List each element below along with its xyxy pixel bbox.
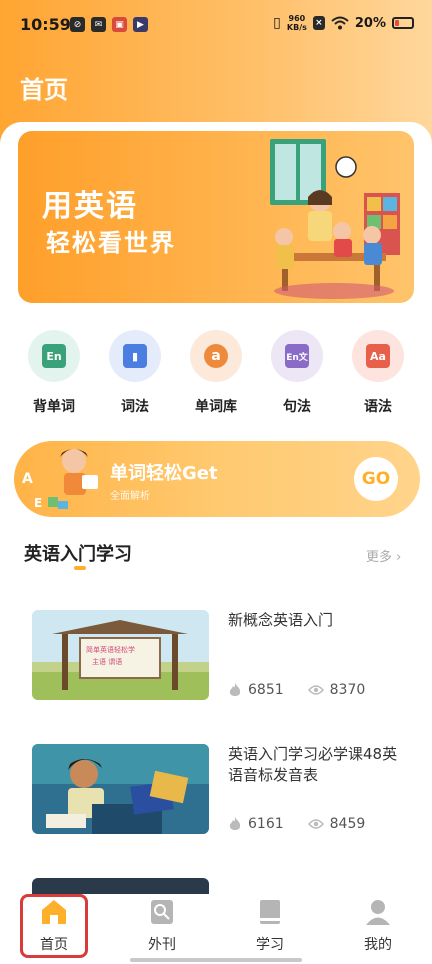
student-studying-image (32, 744, 209, 834)
banner-line2: 轻松看世界 (46, 229, 176, 257)
notification-icons: ⊘ ✉ ▣ ▶ (70, 17, 148, 32)
more-label: 更多 (366, 550, 393, 565)
mail-notification-icon: ✉ (91, 17, 106, 32)
status-bar: 10:59 ⊘ ✉ ▣ ▶ ▯ 960 KB/s × 20% (0, 0, 432, 52)
quick-action-icon-bg: En文 (271, 330, 323, 382)
en-translate-icon: En文 (285, 344, 309, 368)
chevron-right-icon: › (396, 550, 402, 565)
quick-action-icon-bg: ▮ (109, 330, 161, 382)
svg-text:简单英语轻松学: 简单英语轻松学 (86, 645, 135, 654)
quick-action-icon-bg: a (190, 330, 242, 382)
tab-label: 外刊 (148, 937, 176, 953)
quick-action-vocabulary[interactable]: En 背单词 (24, 330, 84, 416)
page-title: 首页 (20, 76, 68, 104)
quick-action-label: 句法 (283, 399, 311, 415)
network-speed: 960 KB/s (287, 14, 307, 32)
quick-action-word-bank[interactable]: a 单词库 (186, 330, 246, 416)
promo-banner[interactable]: A E 单词轻松Get 全面解析 GO (14, 441, 420, 517)
quick-action-label: 语法 (364, 399, 392, 415)
fire-icon (229, 683, 241, 696)
quick-action-morphology[interactable]: ▮ 词法 (105, 330, 165, 416)
tab-journals[interactable]: 外刊 (108, 898, 216, 954)
banner-line1: 用英语 (42, 189, 138, 224)
course-thumbnail-partial (32, 878, 209, 894)
tab-study[interactable]: 学习 (216, 898, 324, 954)
eye-icon (307, 685, 324, 695)
battery-icon (392, 17, 414, 29)
tab-profile[interactable]: 我的 (324, 898, 432, 954)
speed-value: 960 (288, 14, 306, 23)
svg-text:A: A (22, 471, 33, 487)
status-right: ▯ 960 KB/s × 20% (273, 14, 414, 32)
app-notification-icon: ▶ (133, 17, 148, 32)
quick-action-label: 背单词 (33, 399, 75, 415)
quick-action-icon-bg: En (28, 330, 80, 382)
tab-label: 我的 (364, 937, 392, 953)
course-thumbnail: 简单英语轻松学 主语 谓语 (32, 610, 209, 700)
promo-title: 单词轻松Get (110, 463, 218, 484)
app-notification-icon: ⊘ (70, 17, 85, 32)
course-likes: 6851 (248, 682, 284, 698)
vibrate-icon: ▯ (273, 15, 281, 31)
svg-text:主语 谓语: 主语 谓语 (92, 657, 122, 666)
magazine-icon (151, 900, 173, 924)
course-title: 英语入门学习必学课48英语音标发音表 (228, 745, 398, 784)
go-button[interactable]: GO (354, 457, 398, 501)
course-title: 新概念英语入门 (228, 611, 334, 629)
user-icon (366, 900, 390, 925)
course-item[interactable]: 简单英语轻松学 主语 谓语 新概念英语入门 6851 8370 (32, 610, 408, 706)
course-stats: 6161 8459 (228, 816, 365, 832)
promo-subtitle: 全面解析 (110, 491, 150, 502)
aa-icon: Aa (366, 344, 390, 368)
section-title-underline (74, 566, 86, 570)
letter-a-icon: a (204, 344, 228, 368)
hero-banner[interactable]: 用英语 轻松看世界 (18, 131, 414, 303)
classroom-illustration (270, 139, 400, 299)
book-icon (260, 900, 280, 924)
book-bookmark-icon: ▮ (123, 344, 147, 368)
tab-label: 学习 (256, 937, 284, 953)
course-item[interactable]: 英语入门学习必学课48英语音标发音表 6161 8459 (32, 744, 408, 840)
kid-letters-illustration: A E (22, 449, 98, 510)
en-card-icon: En (42, 344, 66, 368)
course-thumbnail (32, 744, 209, 834)
more-link[interactable]: 更多 › (366, 546, 401, 565)
battery-text: 20% (354, 15, 386, 31)
course-likes: 6161 (248, 816, 284, 832)
eye-icon (307, 819, 324, 829)
home-tab-highlight (20, 894, 88, 958)
quick-action-label: 单词库 (195, 399, 237, 415)
course-stats: 6851 8370 (228, 682, 365, 698)
speed-unit: KB/s (286, 23, 307, 32)
quick-action-label: 词法 (121, 399, 149, 415)
section-title: 英语入门学习 (24, 544, 132, 565)
sim-icon: × (312, 16, 325, 30)
quick-action-icon-bg: Aa (352, 330, 404, 382)
svg-text:E: E (34, 496, 42, 510)
status-time: 10:59 (20, 15, 71, 34)
fire-icon (229, 817, 241, 830)
course-views: 8370 (329, 682, 366, 698)
quick-action-syntax[interactable]: En文 句法 (267, 330, 327, 416)
quick-action-grammar[interactable]: Aa 语法 (348, 330, 408, 416)
signboard-field-image: 简单英语轻松学 主语 谓语 (32, 610, 209, 700)
wifi-icon (331, 16, 349, 30)
app-notification-icon: ▣ (112, 17, 127, 32)
course-views: 8459 (329, 816, 366, 832)
gesture-home-bar (130, 958, 302, 962)
